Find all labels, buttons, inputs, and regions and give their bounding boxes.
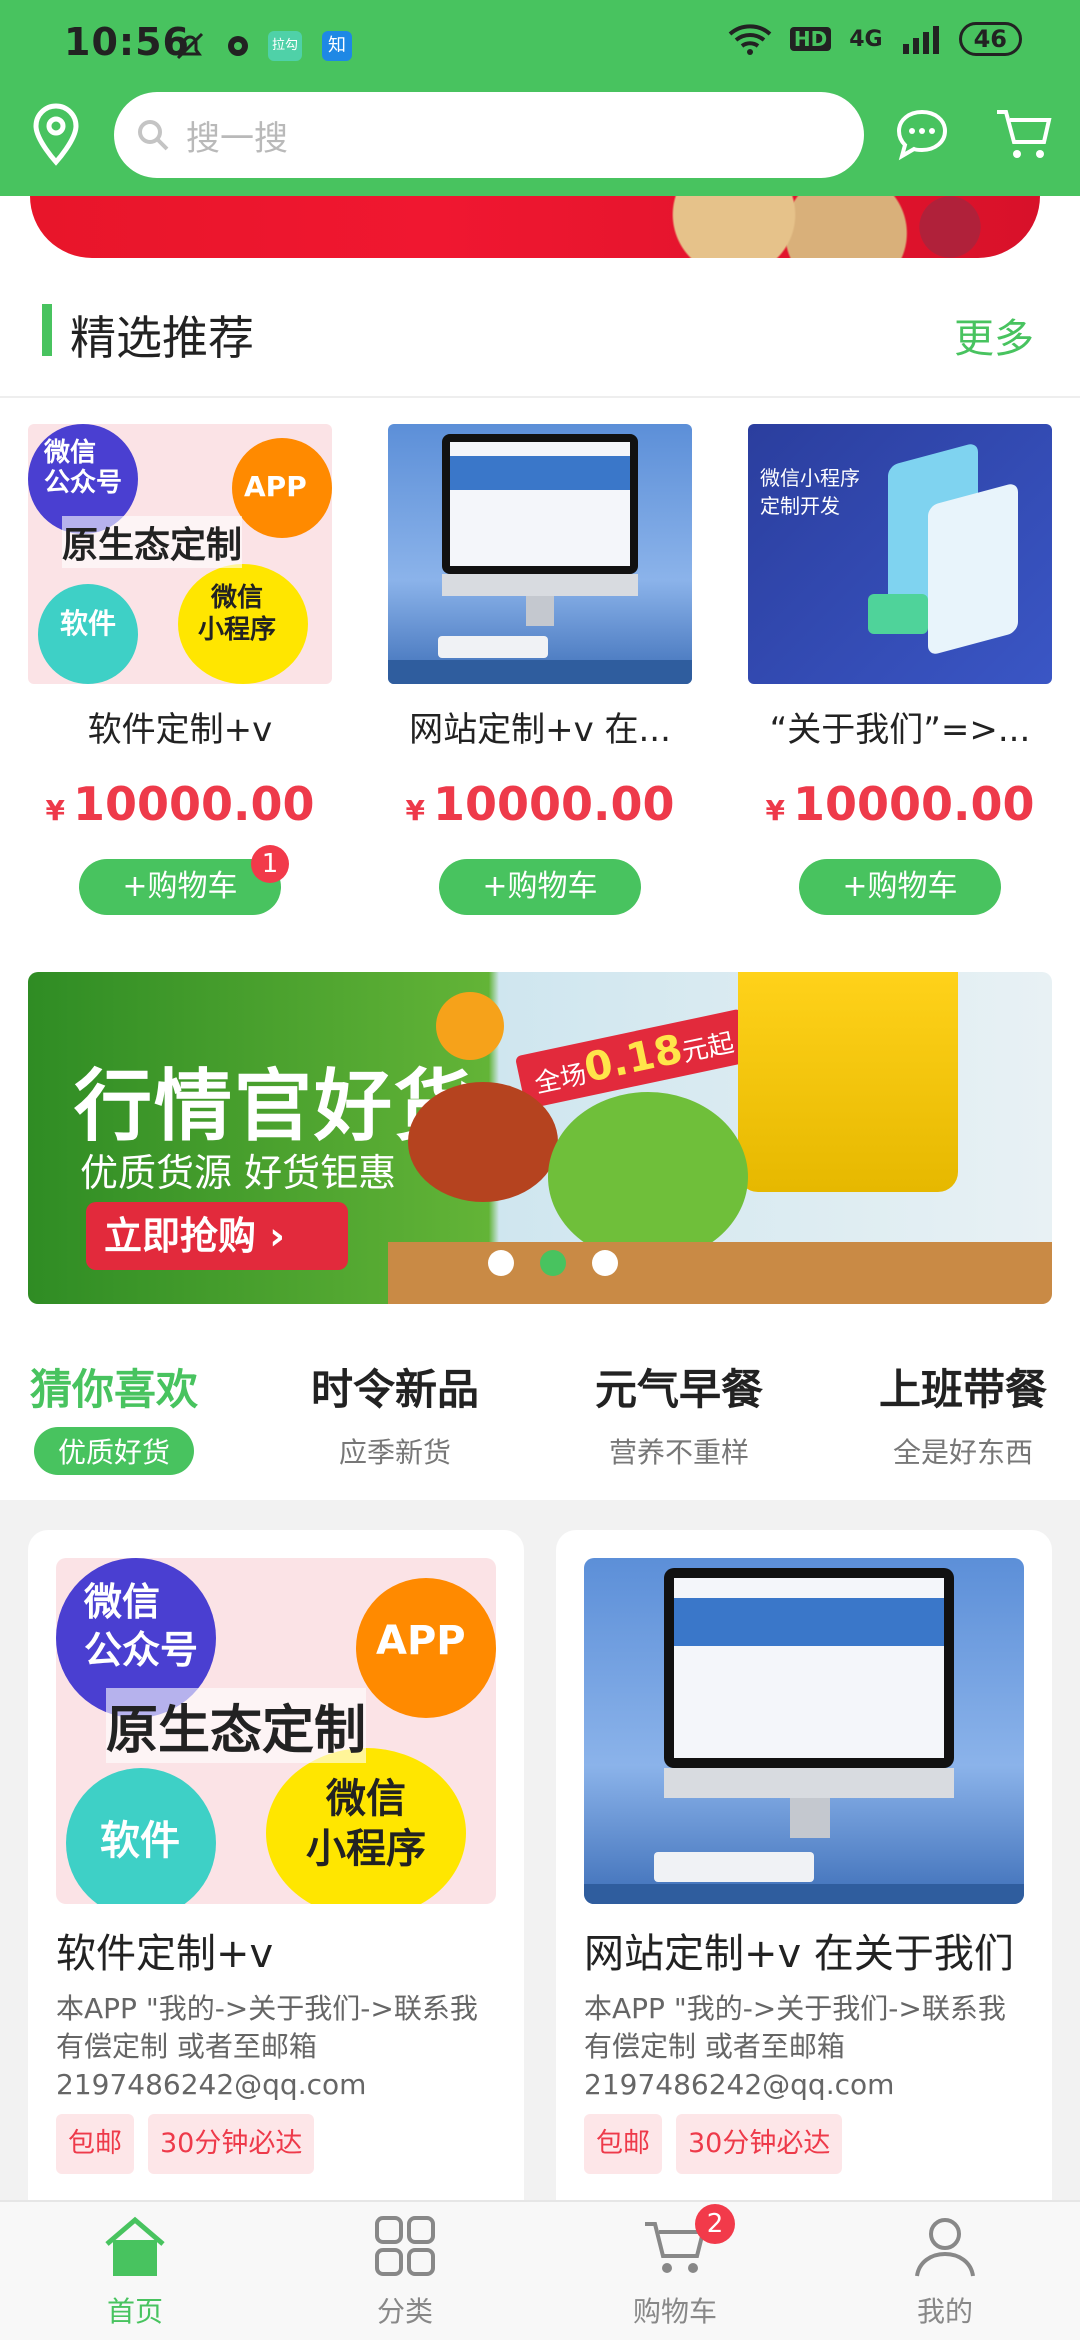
product-name[interactable]: 网站定制+v 在... [388, 702, 692, 751]
tag-fast-delivery: 30分钟必达 [676, 2114, 843, 2174]
tab-guess-you-like[interactable]: 猜你喜欢 优质好货 [0, 1356, 228, 1475]
top-banner-carousel[interactable] [30, 196, 1040, 258]
product-tags: 包邮 30分钟必达 [584, 2104, 1024, 2174]
grid-product-name[interactable]: 网站定制+v 在关于我们 [584, 1926, 1024, 1982]
user-icon [915, 2218, 975, 2277]
featured-product-card[interactable]: 微信 公众号 APP 原生态定制 软件 微信 小程序 软件定制+v ¥10000… [28, 424, 332, 915]
buy-now-button[interactable]: 立即抢购 › [86, 1202, 348, 1270]
category-tabs: 猜你喜欢 优质好货 时令新品 应季新货 元气早餐 营养不重样 上班带餐 全是好东… [0, 1356, 1080, 1496]
product-image[interactable]: 微信 公众号 APP 原生态定制 软件 微信 小程序 [28, 424, 332, 684]
tag-fast-delivery: 30分钟必达 [148, 2114, 315, 2174]
status-bar: 10:56 拉勾 知 HD 4G 46 [0, 0, 1080, 92]
cabbage-image [548, 1092, 748, 1262]
settings-gear-icon [220, 26, 256, 66]
more-link[interactable]: 更多 [954, 306, 1034, 364]
product-name[interactable]: 软件定制+v [28, 702, 332, 751]
location-pin-icon[interactable] [30, 102, 82, 170]
orange-image [436, 992, 504, 1060]
grid-product-card[interactable]: 网站定制+v 在关于我们 本APP "我的->关于我们->联系我有偿定制 或者至… [556, 1530, 1052, 2230]
product-image[interactable]: 微信小程序 定制开发 [748, 424, 1052, 684]
wifi-icon [728, 24, 772, 55]
crab-image [408, 1082, 558, 1202]
product-image[interactable] [584, 1558, 1024, 1904]
bottom-navigation: 首页 分类 2 购物车 我的 [0, 2200, 1080, 2340]
tag-free-shipping: 包邮 [584, 2114, 662, 2174]
signal-icon [902, 26, 939, 54]
tab-breakfast[interactable]: 元气早餐 营养不重样 [554, 1356, 804, 1471]
nav-home[interactable]: 首页 [0, 2214, 270, 2330]
tag-free-shipping: 包邮 [56, 2114, 134, 2174]
search-input[interactable]: 搜一搜 [114, 92, 864, 178]
battery-indicator: 46 [958, 22, 1022, 56]
nav-cart[interactable]: 2 购物车 [540, 2204, 810, 2330]
grid-product-desc: 本APP "我的->关于我们->联系我有偿定制 或者至邮箱2197486242@… [584, 1992, 1006, 2101]
product-grid: 微信 公众号 APP 原生态定制 软件 微信 小程序 软件定制+v 本APP "… [0, 1500, 1080, 2230]
add-to-cart-button[interactable]: +购物车 [439, 859, 641, 915]
featured-product-card[interactable]: 网站定制+v 在... ¥10000.00 +购物车 [388, 424, 692, 915]
add-to-cart-button[interactable]: +购物车 [799, 859, 1001, 915]
promo-banner[interactable]: 行情官好货 优质货源 好货钜惠 立即抢购 › 全场0.18元起 [28, 972, 1052, 1304]
cart-icon[interactable] [994, 106, 1054, 168]
product-price: ¥10000.00 [45, 777, 315, 831]
app-notification-icon: 拉勾 [268, 26, 302, 66]
grid-product-name[interactable]: 软件定制+v [56, 1926, 496, 1982]
grid-icon [375, 2216, 435, 2276]
tab-lunch[interactable]: 上班带餐 全是好东西 [838, 1356, 1080, 1471]
product-image[interactable]: 微信 公众号 APP 原生态定制 软件 微信 小程序 [56, 1558, 496, 1904]
top-bar: 搜一搜 [0, 92, 1080, 196]
featured-section-header: 精选推荐 更多 [0, 282, 1080, 398]
product-price: ¥10000.00 [765, 777, 1035, 831]
grid-product-card[interactable]: 微信 公众号 APP 原生态定制 软件 微信 小程序 软件定制+v 本APP "… [28, 1530, 524, 2230]
cart-badge: 2 [695, 2204, 735, 2244]
search-placeholder: 搜一搜 [186, 118, 288, 159]
mute-bell-icon [172, 26, 208, 66]
product-bag-image [738, 972, 958, 1192]
hd-indicator: HD [789, 27, 832, 51]
product-price: ¥10000.00 [405, 777, 675, 831]
nav-profile[interactable]: 我的 [810, 2214, 1080, 2330]
product-image[interactable] [388, 424, 692, 684]
grid-product-desc: 本APP "我的->关于我们->联系我有偿定制 或者至邮箱2197486242@… [56, 1992, 478, 2101]
network-type: 4G [849, 26, 883, 52]
section-accent-bar [42, 304, 52, 356]
add-to-cart-button[interactable]: +购物车 1 [79, 845, 289, 915]
message-icon[interactable] [894, 106, 950, 166]
tab-seasonal[interactable]: 时令新品 应季新货 [270, 1356, 520, 1471]
zhihu-app-icon: 知 [322, 26, 352, 66]
carousel-dots[interactable] [488, 1250, 618, 1276]
search-icon [138, 120, 169, 151]
promo-subtitle: 优质货源 好货钜惠 [80, 1151, 397, 1195]
cart-count-badge: 1 [251, 845, 289, 883]
product-tags: 包邮 30分钟必达 [56, 2104, 496, 2174]
product-name[interactable]: “关于我们”=>... [748, 702, 1052, 751]
nav-category[interactable]: 分类 [270, 2214, 540, 2330]
featured-product-card[interactable]: 微信小程序 定制开发 “关于我们”=>... ¥10000.00 +购物车 [748, 424, 1052, 915]
home-icon [105, 2216, 165, 2276]
section-title: 精选推荐 [70, 311, 254, 365]
